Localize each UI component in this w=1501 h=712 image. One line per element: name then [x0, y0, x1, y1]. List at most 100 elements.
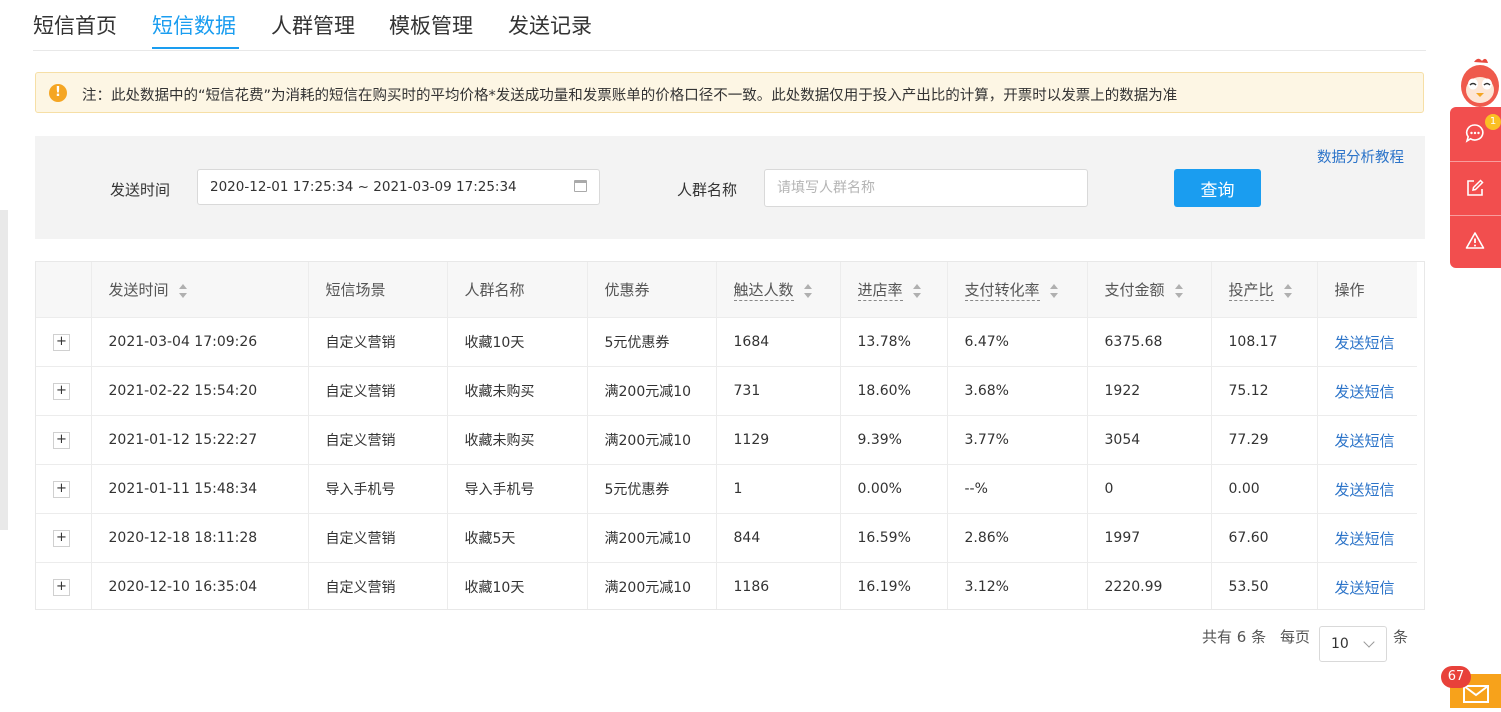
cell-pay-amount: 2220.99: [1087, 562, 1212, 609]
column-sms-scene: 短信场景: [308, 262, 448, 318]
sort-icon[interactable]: [803, 283, 812, 298]
expand-row-button[interactable]: +: [53, 432, 70, 449]
cell-pay-amount: 6375.68: [1087, 317, 1212, 367]
tab-template-management[interactable]: 模板管理: [389, 10, 473, 40]
column-label: 人群名称: [464, 281, 525, 299]
cell-send-time: 2021-03-04 17:09:26: [91, 317, 309, 367]
column-label: 优惠券: [604, 281, 650, 299]
cell-coupon: 满200元减10: [587, 366, 717, 416]
expand-row-button[interactable]: +: [53, 383, 70, 400]
send-sms-link[interactable]: 发送短信: [1335, 432, 1395, 450]
cell-sms-scene: 自定义营销: [308, 513, 448, 563]
data-analysis-tutorial-link[interactable]: 数据分析教程: [1317, 146, 1404, 167]
expand-row-button[interactable]: +: [53, 334, 70, 351]
column-label: 支付转化率: [964, 281, 1040, 301]
crowd-name-input[interactable]: [764, 169, 1088, 207]
chat-badge: 1: [1485, 114, 1501, 130]
tab-sms-home[interactable]: 短信首页: [33, 10, 117, 40]
sort-icon[interactable]: [1283, 283, 1292, 298]
send-sms-link[interactable]: 发送短信: [1335, 530, 1395, 548]
column-pay-conversion[interactable]: 支付转化率: [947, 262, 1088, 318]
expand-row-button[interactable]: +: [53, 579, 70, 596]
cell-roi: 77.29: [1211, 415, 1318, 465]
edit-button[interactable]: [1450, 162, 1501, 215]
per-page-label: 每页: [1280, 628, 1311, 646]
cell-pay-amount: 0: [1087, 464, 1212, 514]
tab-send-records[interactable]: 发送记录: [508, 10, 592, 40]
cell-sms-scene: 自定义营销: [308, 366, 448, 416]
expand-row-button[interactable]: +: [53, 530, 70, 547]
sort-icon[interactable]: [1174, 283, 1183, 298]
column-label: 发送时间: [108, 281, 169, 299]
tab-crowd-management[interactable]: 人群管理: [271, 10, 355, 40]
column-visit-rate[interactable]: 进店率: [840, 262, 948, 318]
page-scrollbar[interactable]: [0, 210, 8, 530]
side-toolbar: [1450, 107, 1501, 268]
cell-pay-conversion: 3.77%: [947, 415, 1088, 465]
cell-reach-count: 844: [716, 513, 841, 563]
column-label: 支付金额: [1104, 281, 1165, 299]
cell-coupon: 满200元减10: [587, 415, 717, 465]
cell-roi: 53.50: [1211, 562, 1318, 609]
expand-column-header: [36, 262, 92, 318]
column-crowd-name: 人群名称: [447, 262, 588, 318]
total-number: 6: [1236, 628, 1247, 646]
cell-pay-conversion: 3.68%: [947, 366, 1088, 416]
cell-sms-scene: 自定义营销: [308, 415, 448, 465]
cell-coupon: 5元优惠券: [587, 317, 717, 367]
cell-sms-scene: 导入手机号: [308, 464, 448, 514]
send-sms-link[interactable]: 发送短信: [1335, 481, 1395, 499]
cell-crowd-name: 收藏5天: [447, 513, 588, 563]
warning-icon: [1465, 232, 1485, 249]
column-pay-amount[interactable]: 支付金额: [1087, 262, 1212, 318]
date-range-value: 2020-12-01 17:25:34 ~ 2021-03-09 17:25:3…: [210, 179, 517, 195]
cell-visit-rate: 18.60%: [840, 366, 948, 416]
total-suffix: 条: [1251, 628, 1267, 646]
notice-banner: ! 注：此处数据中的“短信花费”为消耗的短信在购买时的平均价格*发送成功量和发票…: [35, 72, 1424, 113]
cell-reach-count: 1: [716, 464, 841, 514]
table-row: + 2021-02-22 15:54:20 自定义营销 收藏未购买 满200元减…: [36, 366, 1417, 416]
chevron-down-icon: [1363, 636, 1375, 648]
table-row: + 2020-12-18 18:11:28 自定义营销 收藏5天 满200元减1…: [36, 513, 1417, 563]
cell-visit-rate: 9.39%: [840, 415, 948, 465]
cell-sms-scene: 自定义营销: [308, 562, 448, 609]
send-sms-link[interactable]: 发送短信: [1335, 579, 1395, 597]
cell-roi: 108.17: [1211, 317, 1318, 367]
send-sms-link[interactable]: 发送短信: [1335, 383, 1395, 401]
column-send-time[interactable]: 发送时间: [91, 262, 309, 318]
column-roi[interactable]: 投产比: [1211, 262, 1318, 318]
cell-pay-conversion: 2.86%: [947, 513, 1088, 563]
cell-roi: 75.12: [1211, 366, 1318, 416]
table-header-row: 发送时间 短信场景 人群名称 优惠券 触达人数 进店率 支付转化率 支付金额 投…: [36, 262, 1417, 318]
cell-pay-amount: 3054: [1087, 415, 1212, 465]
cell-roi: 0.00: [1211, 464, 1318, 514]
date-range-picker[interactable]: 2020-12-01 17:25:34 ~ 2021-03-09 17:25:3…: [197, 169, 600, 205]
cell-reach-count: 1186: [716, 562, 841, 609]
calendar-icon: [574, 180, 587, 192]
cell-pay-conversion: --%: [947, 464, 1088, 514]
cell-crowd-name: 收藏未购买: [447, 366, 588, 416]
query-button[interactable]: 查询: [1174, 169, 1261, 207]
filter-panel: 发送时间 2020-12-01 17:25:34 ~ 2021-03-09 17…: [35, 136, 1425, 239]
report-button[interactable]: [1450, 215, 1501, 268]
table-row: + 2021-01-11 15:48:34 导入手机号 导入手机号 5元优惠券 …: [36, 464, 1417, 514]
sort-icon[interactable]: [178, 283, 187, 298]
table-row: + 2021-01-12 15:22:27 自定义营销 收藏未购买 满200元减…: [36, 415, 1417, 465]
cell-visit-rate: 16.59%: [840, 513, 948, 563]
page-size-select[interactable]: 10: [1319, 626, 1387, 662]
sms-data-table: 发送时间 短信场景 人群名称 优惠券 触达人数 进店率 支付转化率 支付金额 投…: [35, 261, 1425, 610]
mascot-icon: [1461, 58, 1499, 107]
cell-send-time: 2021-01-12 15:22:27: [91, 415, 309, 465]
cell-pay-amount: 1997: [1087, 513, 1212, 563]
crowd-name-label: 人群名称: [677, 181, 738, 199]
expand-row-button[interactable]: +: [53, 481, 70, 498]
column-reach-count[interactable]: 触达人数: [716, 262, 841, 318]
send-sms-link[interactable]: 发送短信: [1335, 334, 1395, 352]
tab-sms-data[interactable]: 短信数据: [152, 10, 236, 40]
cell-coupon: 满200元减10: [587, 562, 717, 609]
cell-coupon: 5元优惠券: [587, 464, 717, 514]
column-label: 操作: [1334, 281, 1365, 299]
sort-icon[interactable]: [1049, 283, 1058, 298]
top-tabs: 短信首页 短信数据 人群管理 模板管理 发送记录: [33, 0, 1426, 51]
sort-icon[interactable]: [912, 283, 921, 298]
